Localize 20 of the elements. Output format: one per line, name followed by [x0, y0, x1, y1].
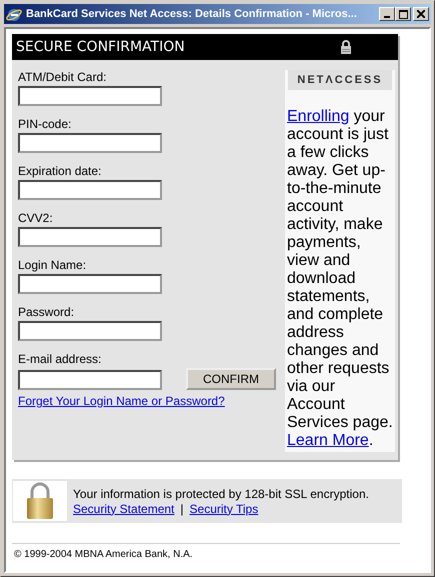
- field-label: PIN-code:: [18, 117, 72, 131]
- window-title: BankCard Services Net Access: Details Confirmation - Micros...: [26, 8, 358, 20]
- field-label: ATM/Debit Card:: [18, 70, 108, 84]
- forgot-login-link[interactable]: Forget Your Login Name or Password?: [18, 394, 279, 408]
- promo-link[interactable]: Learn More: [287, 432, 369, 449]
- promo-link[interactable]: Enrolling: [287, 108, 350, 125]
- field-label: CVV2:: [18, 211, 54, 225]
- security-message: Your information is protected by 128-bit SSL encryption.: [73, 486, 369, 500]
- security-link[interactable]: Security Statement: [73, 502, 174, 516]
- field-label: Login Name:: [18, 258, 88, 272]
- copyright-text: © 1999-2004 MBNA America Bank, N.A.: [14, 549, 194, 560]
- field-label: E-mail address:: [18, 352, 102, 366]
- link-separator: |: [180, 502, 184, 516]
- field-label: Expiration date:: [18, 164, 102, 178]
- promo-paragraph: Enrolling your account is just a few clicks away. Get up-to-the-minute account activity, make payments, view and download statements, and complete address changes and other requests via our Account Services page. Learn More.: [287, 108, 394, 450]
- net-access-logo: NETΛCCESS: [288, 70, 392, 90]
- header-title: SECURE CONFIRMATION: [16, 39, 185, 55]
- confirm-button[interactable]: CONFIRM: [186, 368, 276, 390]
- security-link[interactable]: Security Tips: [190, 502, 258, 516]
- field-label: Password:: [18, 305, 76, 319]
